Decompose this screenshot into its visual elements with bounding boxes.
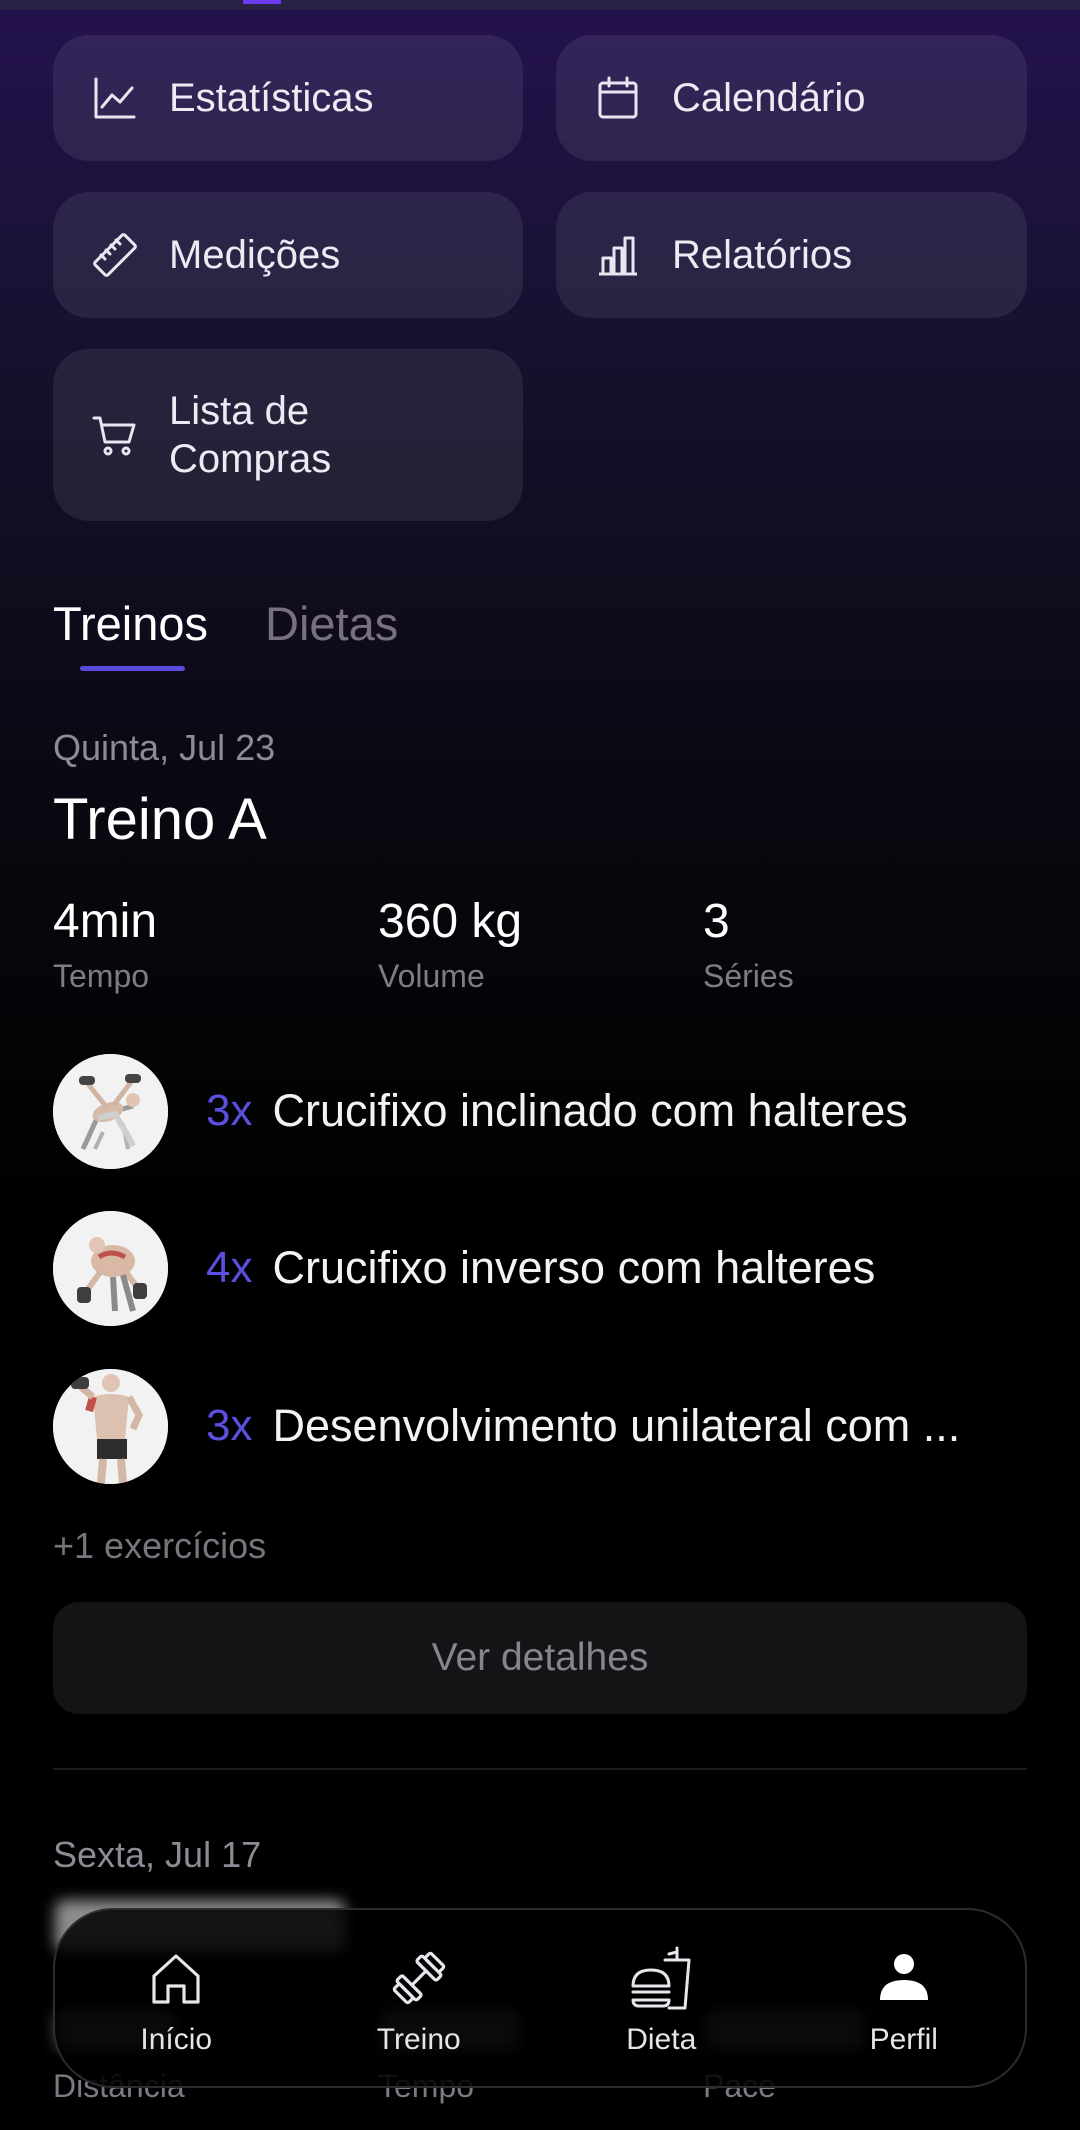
statistics-button[interactable]: Estatísticas: [53, 35, 523, 161]
exercise-item[interactable]: 3x Desenvolvimento unilateral com ...: [53, 1368, 1053, 1484]
stat-sets-label: Séries: [703, 958, 794, 994]
exercise-name: Crucifixo inclinado com halteres: [272, 1085, 908, 1136]
workout-date: Quinta, Jul 23: [53, 727, 276, 768]
home-icon: [144, 1946, 208, 2010]
bar-chart-icon: [594, 231, 642, 279]
nav-item-profile[interactable]: Perfil: [783, 1910, 1026, 2086]
section-divider: [53, 1768, 1027, 1770]
nav-label-diet: Dieta: [626, 2023, 697, 2056]
more-exercises-text: +1 exercícios: [53, 1525, 267, 1566]
top-indicator: [243, 0, 281, 4]
stat-volume-label: Volume: [378, 958, 485, 994]
line-chart-icon: [91, 74, 139, 122]
calendar-icon: [594, 74, 642, 122]
shopping-list-label: Lista de Compras: [169, 387, 331, 483]
reports-button[interactable]: Relatórios: [556, 192, 1027, 318]
stat-time-value: 4min: [53, 895, 158, 948]
ruler-icon: [91, 231, 139, 279]
cart-icon: [91, 411, 139, 459]
active-tab-indicator: [80, 666, 185, 671]
shopping-list-label-line2: Compras: [169, 437, 332, 481]
exercise-thumbnail: [53, 1368, 168, 1484]
stat-volume-value: 360 kg: [378, 895, 523, 948]
statistics-label: Estatísticas: [169, 76, 374, 120]
stat-time: 4min Tempo: [53, 894, 157, 996]
exercise-item[interactable]: 3x Crucifixo inclinado com halteres: [53, 1053, 1053, 1169]
stat-time-label: Tempo: [53, 958, 150, 994]
calendar-button[interactable]: Calendário: [556, 35, 1027, 161]
exercise-name: Crucifixo inverso com halteres: [272, 1242, 876, 1293]
nav-label-profile: Perfil: [869, 2023, 938, 2056]
nav-item-diet[interactable]: Dieta: [540, 1910, 783, 2086]
stat-sets: 3 Séries: [703, 894, 794, 996]
nav-label-workout: Treino: [376, 2023, 461, 2056]
next-workout-date: Sexta, Jul 17: [53, 1834, 262, 1875]
exercise-sets-count: 3x: [206, 1401, 253, 1450]
top-strip: [0, 0, 1080, 10]
workout-title[interactable]: Treino A: [53, 786, 267, 854]
bottom-navigation: Início Treino Dieta Perfil: [53, 1908, 1027, 2088]
measurements-button[interactable]: Medições: [53, 192, 523, 318]
stat-volume: 360 kg Volume: [378, 894, 522, 996]
food-icon: [629, 1946, 693, 2010]
reports-label: Relatórios: [672, 233, 853, 277]
nav-item-home[interactable]: Início: [55, 1910, 298, 2086]
stat-sets-value: 3: [703, 895, 730, 948]
calendar-label: Calendário: [672, 76, 866, 120]
nav-item-workout[interactable]: Treino: [298, 1910, 541, 2086]
exercise-sets-count: 3x: [206, 1086, 253, 1135]
dumbbell-icon: [387, 1946, 451, 2010]
tab-workouts[interactable]: Treinos: [53, 596, 208, 652]
person-icon: [872, 1946, 936, 2010]
exercise-thumbnail: [53, 1210, 168, 1326]
exercise-item[interactable]: 4x Crucifixo inverso com halteres: [53, 1210, 1053, 1326]
exercise-thumbnail: [53, 1053, 168, 1169]
tab-diets[interactable]: Dietas: [265, 596, 398, 652]
shopping-list-button[interactable]: Lista de Compras: [53, 349, 523, 521]
measurements-label: Medições: [169, 233, 341, 277]
nav-label-home: Início: [140, 2023, 213, 2056]
shopping-list-label-line1: Lista de: [169, 389, 310, 433]
exercise-name: Desenvolvimento unilateral com ...: [272, 1400, 961, 1451]
view-details-button[interactable]: Ver detalhes: [53, 1602, 1027, 1714]
exercise-sets-count: 4x: [206, 1243, 253, 1292]
